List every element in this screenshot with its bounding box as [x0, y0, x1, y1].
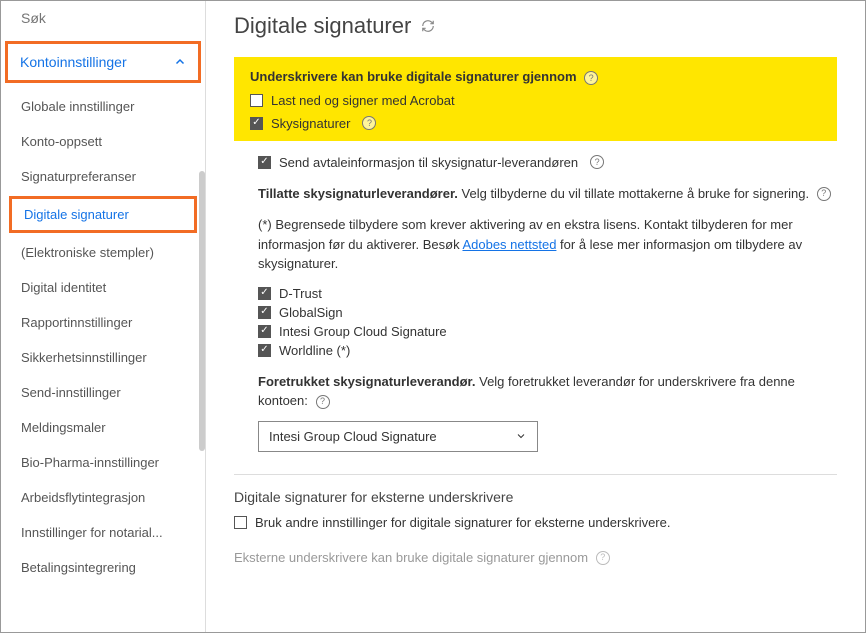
provider-row: GlobalSign [258, 305, 837, 320]
cloud-settings-block: Send avtaleinformasjon til skysignatur-l… [234, 155, 837, 452]
info-icon: ? [596, 551, 610, 565]
sidebar-scrollbar[interactable] [199, 171, 205, 451]
provider-row: Intesi Group Cloud Signature [258, 324, 837, 339]
sidebar-item-betalingsintegrering[interactable]: Betalingsintegrering [1, 550, 205, 585]
provider-row: Worldline (*) [258, 343, 837, 358]
info-icon[interactable]: ? [316, 395, 330, 409]
checkbox-globalsign[interactable] [258, 306, 271, 319]
option-acrobat-label: Last ned og signer med Acrobat [271, 93, 455, 108]
checkbox-external-other-settings[interactable] [234, 516, 247, 529]
restricted-note: (*) Begrensede tilbydere som krever akti… [258, 215, 837, 274]
allowed-prefix: Tillatte skysignaturleverandører. [258, 186, 458, 201]
provider-label: Worldline (*) [279, 343, 350, 358]
info-icon[interactable]: ? [584, 71, 598, 85]
external-faded-text: Eksterne underskrivere kan bruke digital… [234, 548, 837, 568]
select-value: Intesi Group Cloud Signature [269, 429, 437, 444]
allowed-text: Velg tilbyderne du vil tillate mottakern… [462, 186, 810, 201]
page-title-row: Digitale signaturer [234, 13, 837, 39]
chevron-down-icon [515, 430, 527, 442]
sidebar-item-rapportinnstillinger[interactable]: Rapportinnstillinger [1, 305, 205, 340]
highlight-heading: Underskrivere kan bruke digitale signatu… [250, 69, 577, 84]
sidebar-item-innstillinger-notarial[interactable]: Innstillinger for notarial... [1, 515, 205, 550]
accordion-label: Kontoinnstillinger [20, 54, 127, 70]
external-faded-label: Eksterne underskrivere kan bruke digital… [234, 550, 588, 565]
sidebar-item-sikkerhetsinnstillinger[interactable]: Sikkerhetsinnstillinger [1, 340, 205, 375]
provider-label: GlobalSign [279, 305, 343, 320]
allowed-providers-text: Tillatte skysignaturleverandører. Velg t… [258, 184, 837, 204]
sidebar-item-bio-pharma-innstillinger[interactable]: Bio-Pharma-innstillinger [1, 445, 205, 480]
sidebar-item-elektroniske-stempler[interactable]: (Elektroniske stempler) [1, 235, 205, 270]
provider-label: D-Trust [279, 286, 322, 301]
preferred-prefix: Foretrukket skysignaturleverandør. [258, 374, 475, 389]
provider-list: D-Trust GlobalSign Intesi Group Cloud Si… [258, 286, 837, 358]
highlight-box: Underskrivere kan bruke digitale signatu… [234, 57, 837, 141]
checkbox-skysignaturer[interactable] [250, 117, 263, 130]
option-acrobat-row: Last ned og signer med Acrobat [250, 93, 821, 108]
sidebar: Kontoinnstillinger Globale innstillinger… [1, 1, 206, 632]
preferred-provider-text: Foretrukket skysignaturleverandør. Velg … [258, 372, 837, 411]
info-icon[interactable]: ? [817, 187, 831, 201]
provider-row: D-Trust [258, 286, 837, 301]
info-icon[interactable]: ? [590, 155, 604, 169]
sidebar-accordion-kontoinnstillinger[interactable]: Kontoinnstillinger [5, 41, 201, 83]
send-info-label: Send avtaleinformasjon til skysignatur-l… [279, 155, 578, 170]
checkbox-d-trust[interactable] [258, 287, 271, 300]
option-cloud-label: Skysignaturer [271, 116, 350, 131]
sidebar-item-digital-identitet[interactable]: Digital identitet [1, 270, 205, 305]
option-cloud-row: Skysignaturer ? [250, 116, 821, 131]
sidebar-item-arbeidsflytintegrasjon[interactable]: Arbeidsflytintegrasjon [1, 480, 205, 515]
external-signers-header: Digitale signaturer for eksterne undersk… [234, 489, 837, 505]
nav-list: Globale innstillinger Konto-oppsett Sign… [1, 89, 205, 632]
sidebar-item-globale-innstillinger[interactable]: Globale innstillinger [1, 89, 205, 124]
external-option-row: Bruk andre innstillinger for digitale si… [234, 515, 837, 530]
send-info-row: Send avtaleinformasjon til skysignatur-l… [258, 155, 837, 170]
checkbox-send-info[interactable] [258, 156, 271, 169]
sidebar-item-digitale-signaturer[interactable]: Digitale signaturer [9, 196, 197, 233]
divider [234, 474, 837, 475]
page-title: Digitale signaturer [234, 13, 411, 39]
sidebar-item-send-innstillinger[interactable]: Send-innstillinger [1, 375, 205, 410]
sidebar-item-meldingsmaler[interactable]: Meldingsmaler [1, 410, 205, 445]
main-content: Digitale signaturer Underskrivere kan br… [206, 1, 865, 632]
search-input[interactable] [21, 10, 202, 26]
checkbox-intesi[interactable] [258, 325, 271, 338]
preferred-provider-select[interactable]: Intesi Group Cloud Signature [258, 421, 538, 452]
adobe-website-link[interactable]: Adobes nettsted [462, 237, 556, 252]
checkbox-acrobat[interactable] [250, 94, 263, 107]
checkbox-worldline[interactable] [258, 344, 271, 357]
chevron-up-icon [174, 56, 186, 68]
refresh-icon[interactable] [421, 19, 435, 33]
sidebar-item-konto-oppsett[interactable]: Konto-oppsett [1, 124, 205, 159]
sidebar-item-signaturpreferanser[interactable]: Signaturpreferanser [1, 159, 205, 194]
provider-label: Intesi Group Cloud Signature [279, 324, 447, 339]
search-row [1, 1, 205, 35]
info-icon[interactable]: ? [362, 116, 376, 130]
external-option-label: Bruk andre innstillinger for digitale si… [255, 515, 670, 530]
